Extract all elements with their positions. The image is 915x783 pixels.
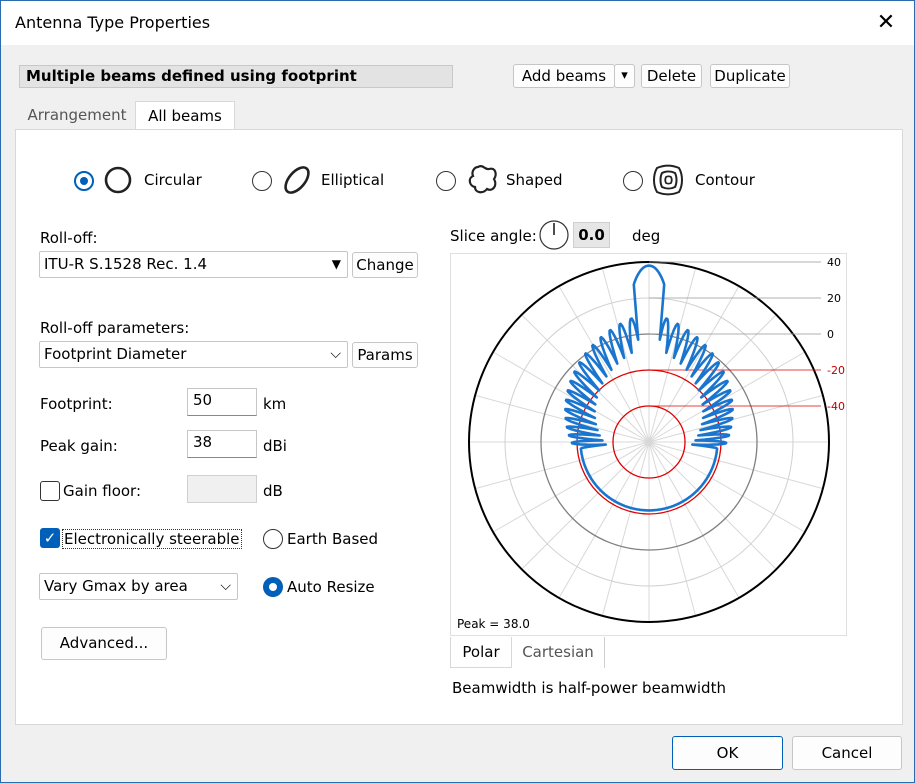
angle-gridline [521, 441, 650, 570]
tab-cartesian[interactable]: Cartesian [512, 637, 605, 668]
title-bar: Antenna Type Properties ✕ [1, 1, 914, 45]
shaped-icon [468, 165, 497, 194]
add-beams-dropdown-button[interactable]: ▾ [614, 64, 635, 88]
angle-gridline [475, 441, 650, 490]
shaped-radio[interactable] [436, 171, 456, 191]
polar-plot: 40 20 0 -20 -40 Peak = 38.0 [450, 253, 847, 636]
auto-resize-label: Auto Resize [287, 578, 375, 596]
auto-resize-radio[interactable] [263, 577, 283, 597]
vary-value: Vary Gmax by area [44, 577, 188, 595]
shaped-label: Shaped [506, 171, 563, 189]
angle-gridline [648, 441, 806, 533]
radial-tick-label: -20 [827, 364, 845, 377]
rolloff-label: Roll-off: [40, 229, 98, 247]
angle-gridline [558, 441, 650, 599]
ok-button[interactable]: OK [672, 736, 783, 770]
earth-based-label: Earth Based [287, 530, 379, 548]
angle-gridline [648, 441, 740, 599]
window-title: Antenna Type Properties [15, 13, 211, 32]
change-button[interactable]: Change [352, 252, 418, 278]
gain-floor-unit: dB [263, 482, 283, 500]
angle-gridline [648, 441, 697, 616]
angle-gridline [648, 268, 697, 443]
angle-gridline [648, 394, 823, 443]
radial-tick-label: -40 [827, 400, 845, 413]
steerable-label: Electronically steerable [62, 529, 242, 549]
polar-chart: 40 20 0 -20 -40 [468, 256, 845, 623]
chevron-down-icon: ⌵ [330, 346, 341, 362]
gain-floor-label: Gain floor: [63, 482, 142, 500]
peak-gain-input[interactable]: 38 [187, 430, 257, 458]
angle-gridline [648, 441, 777, 570]
add-beams-button[interactable]: Add beams [513, 64, 615, 88]
radial-tick-label: 0 [827, 328, 834, 341]
tab-polar[interactable]: Polar [450, 637, 512, 668]
rolloff-value: ITU-R S.1528 Rec. 1.4 [44, 255, 208, 273]
advanced-button[interactable]: Advanced... [41, 627, 167, 660]
contour-label: Contour [695, 171, 755, 189]
earth-based-radio[interactable] [263, 529, 283, 549]
slice-angle-unit: deg [632, 227, 661, 245]
radial-tick-label: 20 [827, 292, 841, 305]
footprint-input[interactable]: 50 [187, 388, 257, 416]
slice-angle-value[interactable]: 0.0 [573, 222, 610, 248]
contour-radio[interactable] [623, 171, 643, 191]
tab-all-beams[interactable]: All beams [135, 101, 235, 130]
angle-gridline [601, 441, 650, 616]
rolloff-select[interactable]: ITU-R S.1528 Rec. 1.4 ▼ [39, 251, 348, 278]
antenna-type-properties-dialog: Antenna Type Properties ✕ Multiple beams… [0, 0, 915, 783]
dropdown-arrow-icon: ▼ [331, 257, 341, 271]
angle-gridline [492, 441, 650, 533]
peak-label: Peak = 38.0 [457, 617, 530, 631]
circular-radio[interactable] [74, 171, 94, 191]
rolloff-params-select[interactable]: Footprint Diameter ⌵ [39, 341, 348, 368]
beamwidth-note: Beamwidth is half-power beamwidth [452, 679, 726, 697]
slice-angle-label: Slice angle: [450, 227, 537, 245]
elliptical-radio[interactable] [252, 171, 272, 191]
delete-button[interactable]: Delete [641, 64, 702, 88]
steerable-checkbox[interactable]: ✓ [40, 528, 60, 548]
angle-gridline [648, 441, 823, 490]
footprint-unit: km [263, 395, 287, 413]
tab-arrangement[interactable]: Arrangement [19, 101, 135, 129]
chevron-down-icon: ⌵ [220, 578, 231, 594]
params-button[interactable]: Params [352, 342, 418, 368]
elliptical-label: Elliptical [321, 171, 385, 189]
checkmark-icon: ✓ [43, 529, 57, 547]
rolloff-params-value: Footprint Diameter [44, 345, 187, 363]
circular-label: Circular [144, 171, 202, 189]
radial-tick-label: 40 [827, 256, 841, 269]
cancel-button[interactable]: Cancel [792, 736, 902, 770]
angle-gridline [601, 268, 650, 443]
gain-floor-checkbox[interactable] [40, 481, 60, 501]
elliptical-icon [284, 166, 310, 194]
duplicate-button[interactable]: Duplicate [710, 64, 790, 88]
angle-gridline [475, 394, 650, 443]
antenna-name-field[interactable]: Multiple beams defined using footprint [19, 65, 453, 88]
slice-angle-dial-icon[interactable] [538, 219, 570, 251]
footprint-label: Footprint: [40, 395, 113, 413]
close-icon[interactable]: ✕ [873, 11, 899, 37]
peak-gain-unit: dBi [263, 437, 287, 455]
rolloff-params-label: Roll-off parameters: [40, 319, 190, 337]
vary-select[interactable]: Vary Gmax by area ⌵ [39, 573, 238, 600]
contour-icon [653, 164, 683, 196]
circular-icon [104, 166, 132, 194]
peak-gain-label: Peak gain: [40, 437, 118, 455]
gain-floor-input[interactable] [187, 475, 257, 503]
